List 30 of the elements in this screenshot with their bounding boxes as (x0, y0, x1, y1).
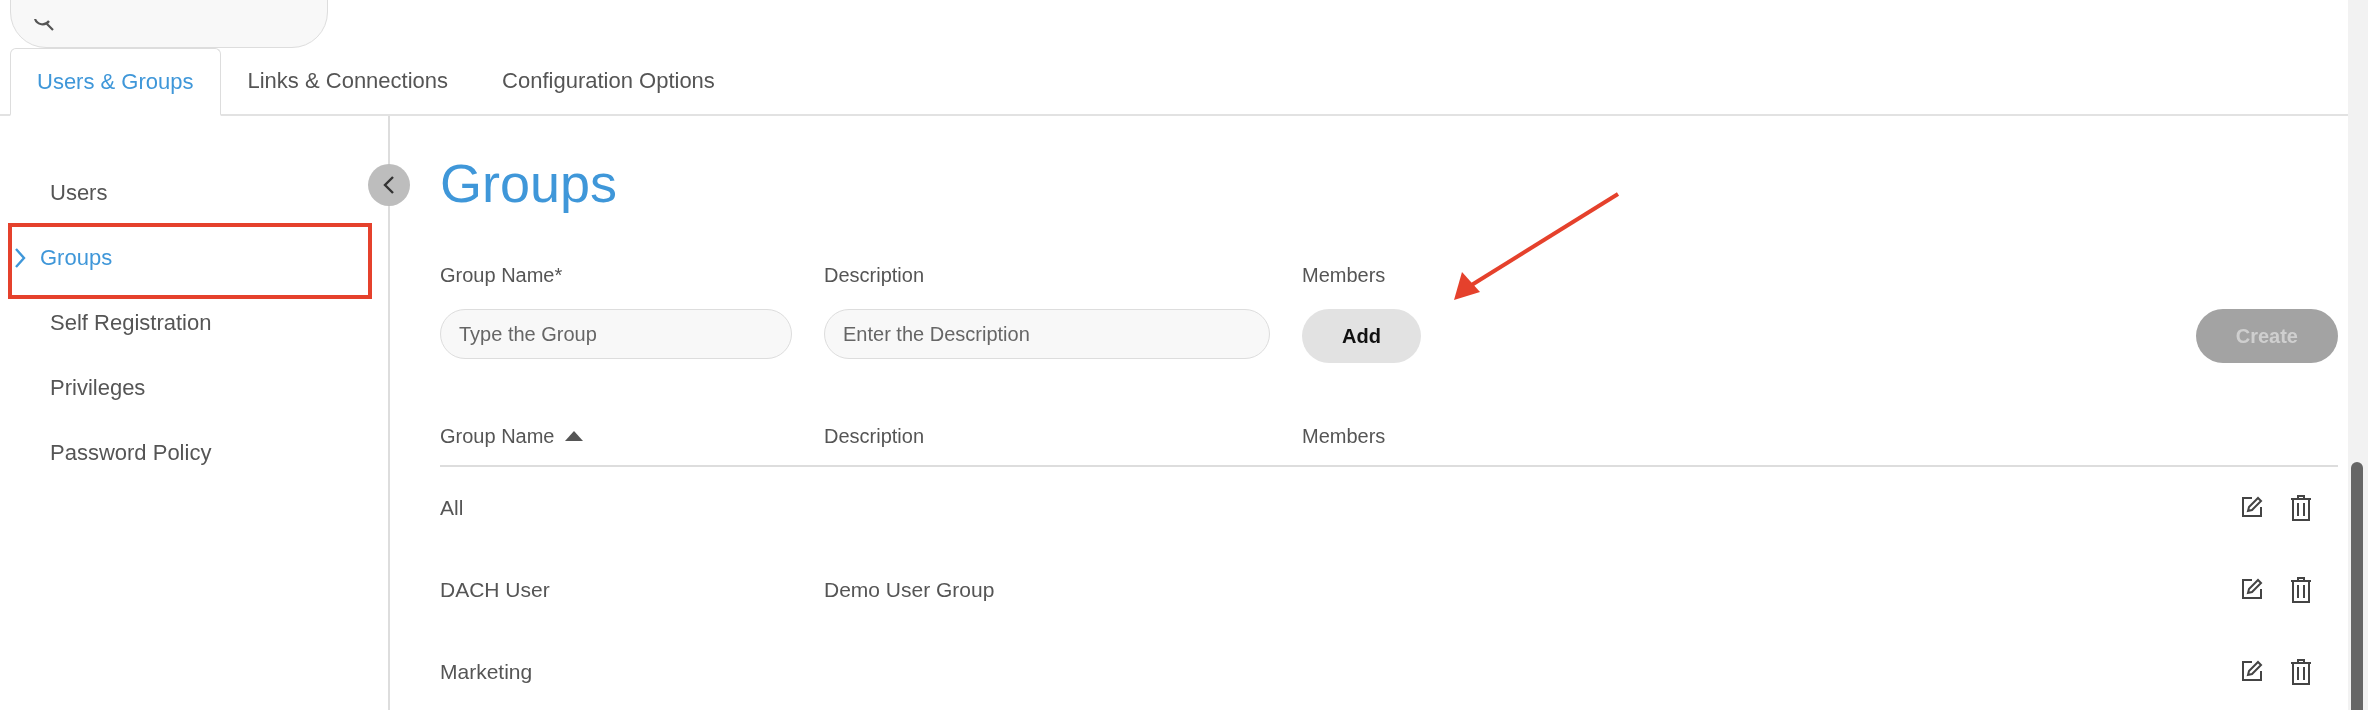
sidebar-item[interactable]: Privileges (0, 355, 330, 420)
column-header[interactable]: Group Name (440, 424, 583, 448)
edit-icon[interactable] (2240, 659, 2264, 684)
column-header[interactable]: Members (1302, 424, 1386, 448)
field-label: Group Name* (440, 264, 563, 288)
collapse-button[interactable] (368, 164, 410, 206)
table-cell: All (440, 496, 464, 521)
edit-icon[interactable] (2240, 495, 2264, 520)
table-cell: Demo User Group (824, 578, 995, 603)
scrollbar-thumb[interactable] (2351, 462, 2363, 710)
field-label: Description (824, 264, 925, 288)
sidebar-item[interactable]: Password Policy (0, 420, 330, 485)
table-cell: Marketing (440, 660, 533, 685)
field-label: Members (1302, 264, 1386, 288)
chevron-icon (14, 246, 26, 269)
input-field[interactable]: Enter the Description (824, 309, 1270, 360)
sidebar-item[interactable]: Self Registration (0, 290, 330, 355)
trash-icon[interactable] (2290, 659, 2312, 686)
chevron-left-icon (383, 175, 395, 195)
tab[interactable]: Links & Connections (220, 48, 476, 114)
edit-icon[interactable] (2240, 577, 2264, 602)
add-button[interactable]: Add (1302, 309, 1421, 364)
input-field[interactable]: Type the Group (440, 309, 792, 360)
table-cell: DACH User (440, 578, 550, 603)
trash-icon[interactable] (2290, 495, 2312, 522)
column-header[interactable]: Description (824, 424, 925, 448)
sidebar-item[interactable]: Users (0, 160, 330, 225)
page-title: Groups (440, 152, 618, 215)
tab[interactable]: Configuration Options (475, 48, 742, 114)
trash-icon[interactable] (2290, 577, 2312, 604)
